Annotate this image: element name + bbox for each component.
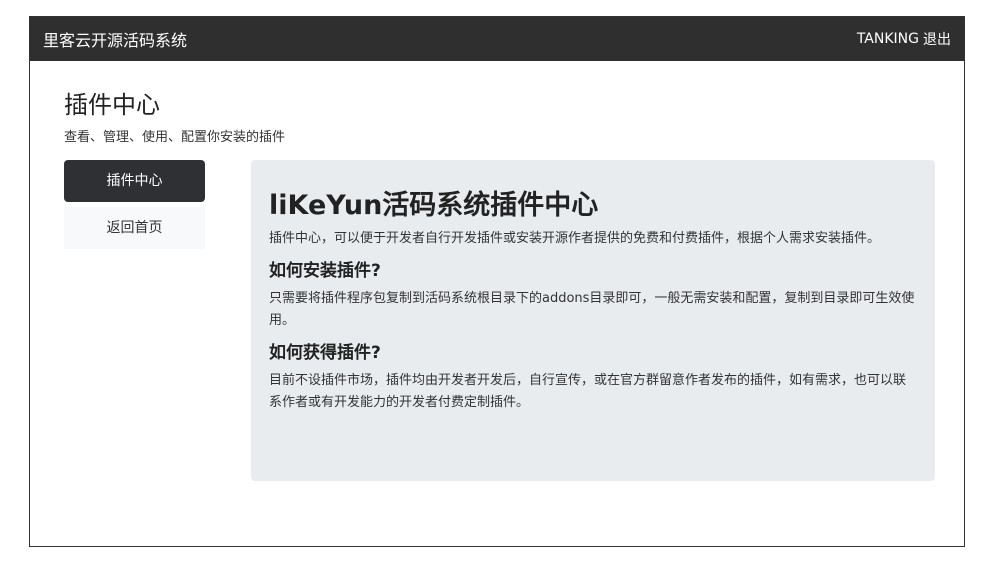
app-window: 里客云开源活码系统 TANKING 退出 插件中心 查看、管理、使用、配置你安装… — [29, 16, 965, 547]
username: TANKING — [856, 31, 919, 47]
panel-title: liKeYun活码系统插件中心 — [269, 190, 599, 221]
sidebar-item-home[interactable]: 返回首页 — [64, 207, 205, 249]
sidebar-nav: 插件中心 返回首页 — [64, 160, 205, 249]
section-body-install: 只需要将插件程序包复制到活码系统根目录下的addons目录即可，一般无需安装和配… — [269, 291, 915, 328]
section-heading-install: 如何安装插件? — [269, 261, 381, 281]
page-title: 插件中心 — [64, 91, 160, 119]
section-heading-obtain: 如何获得插件? — [269, 343, 381, 363]
section-body-obtain: 目前不设插件市场，插件均由开发者开发后，自行宣传，或在官方群留意作者发布的插件，… — [269, 373, 907, 410]
logout-link[interactable]: 退出 — [923, 29, 951, 49]
brand-title[interactable]: 里客云开源活码系统 — [43, 27, 187, 51]
top-navbar: 里客云开源活码系统 TANKING 退出 — [30, 17, 964, 61]
page-subtitle: 查看、管理、使用、配置你安装的插件 — [64, 130, 286, 145]
panel-intro: 插件中心，可以便于开发者自行开发插件或安装开源作者提供的免费和付费插件，根据个人… — [269, 231, 881, 246]
plugin-info-panel: liKeYun活码系统插件中心 插件中心，可以便于开发者自行开发插件或安装开源作… — [251, 160, 935, 481]
sidebar-item-plugin-center[interactable]: 插件中心 — [64, 160, 205, 202]
user-menu: TANKING 退出 — [857, 29, 951, 49]
